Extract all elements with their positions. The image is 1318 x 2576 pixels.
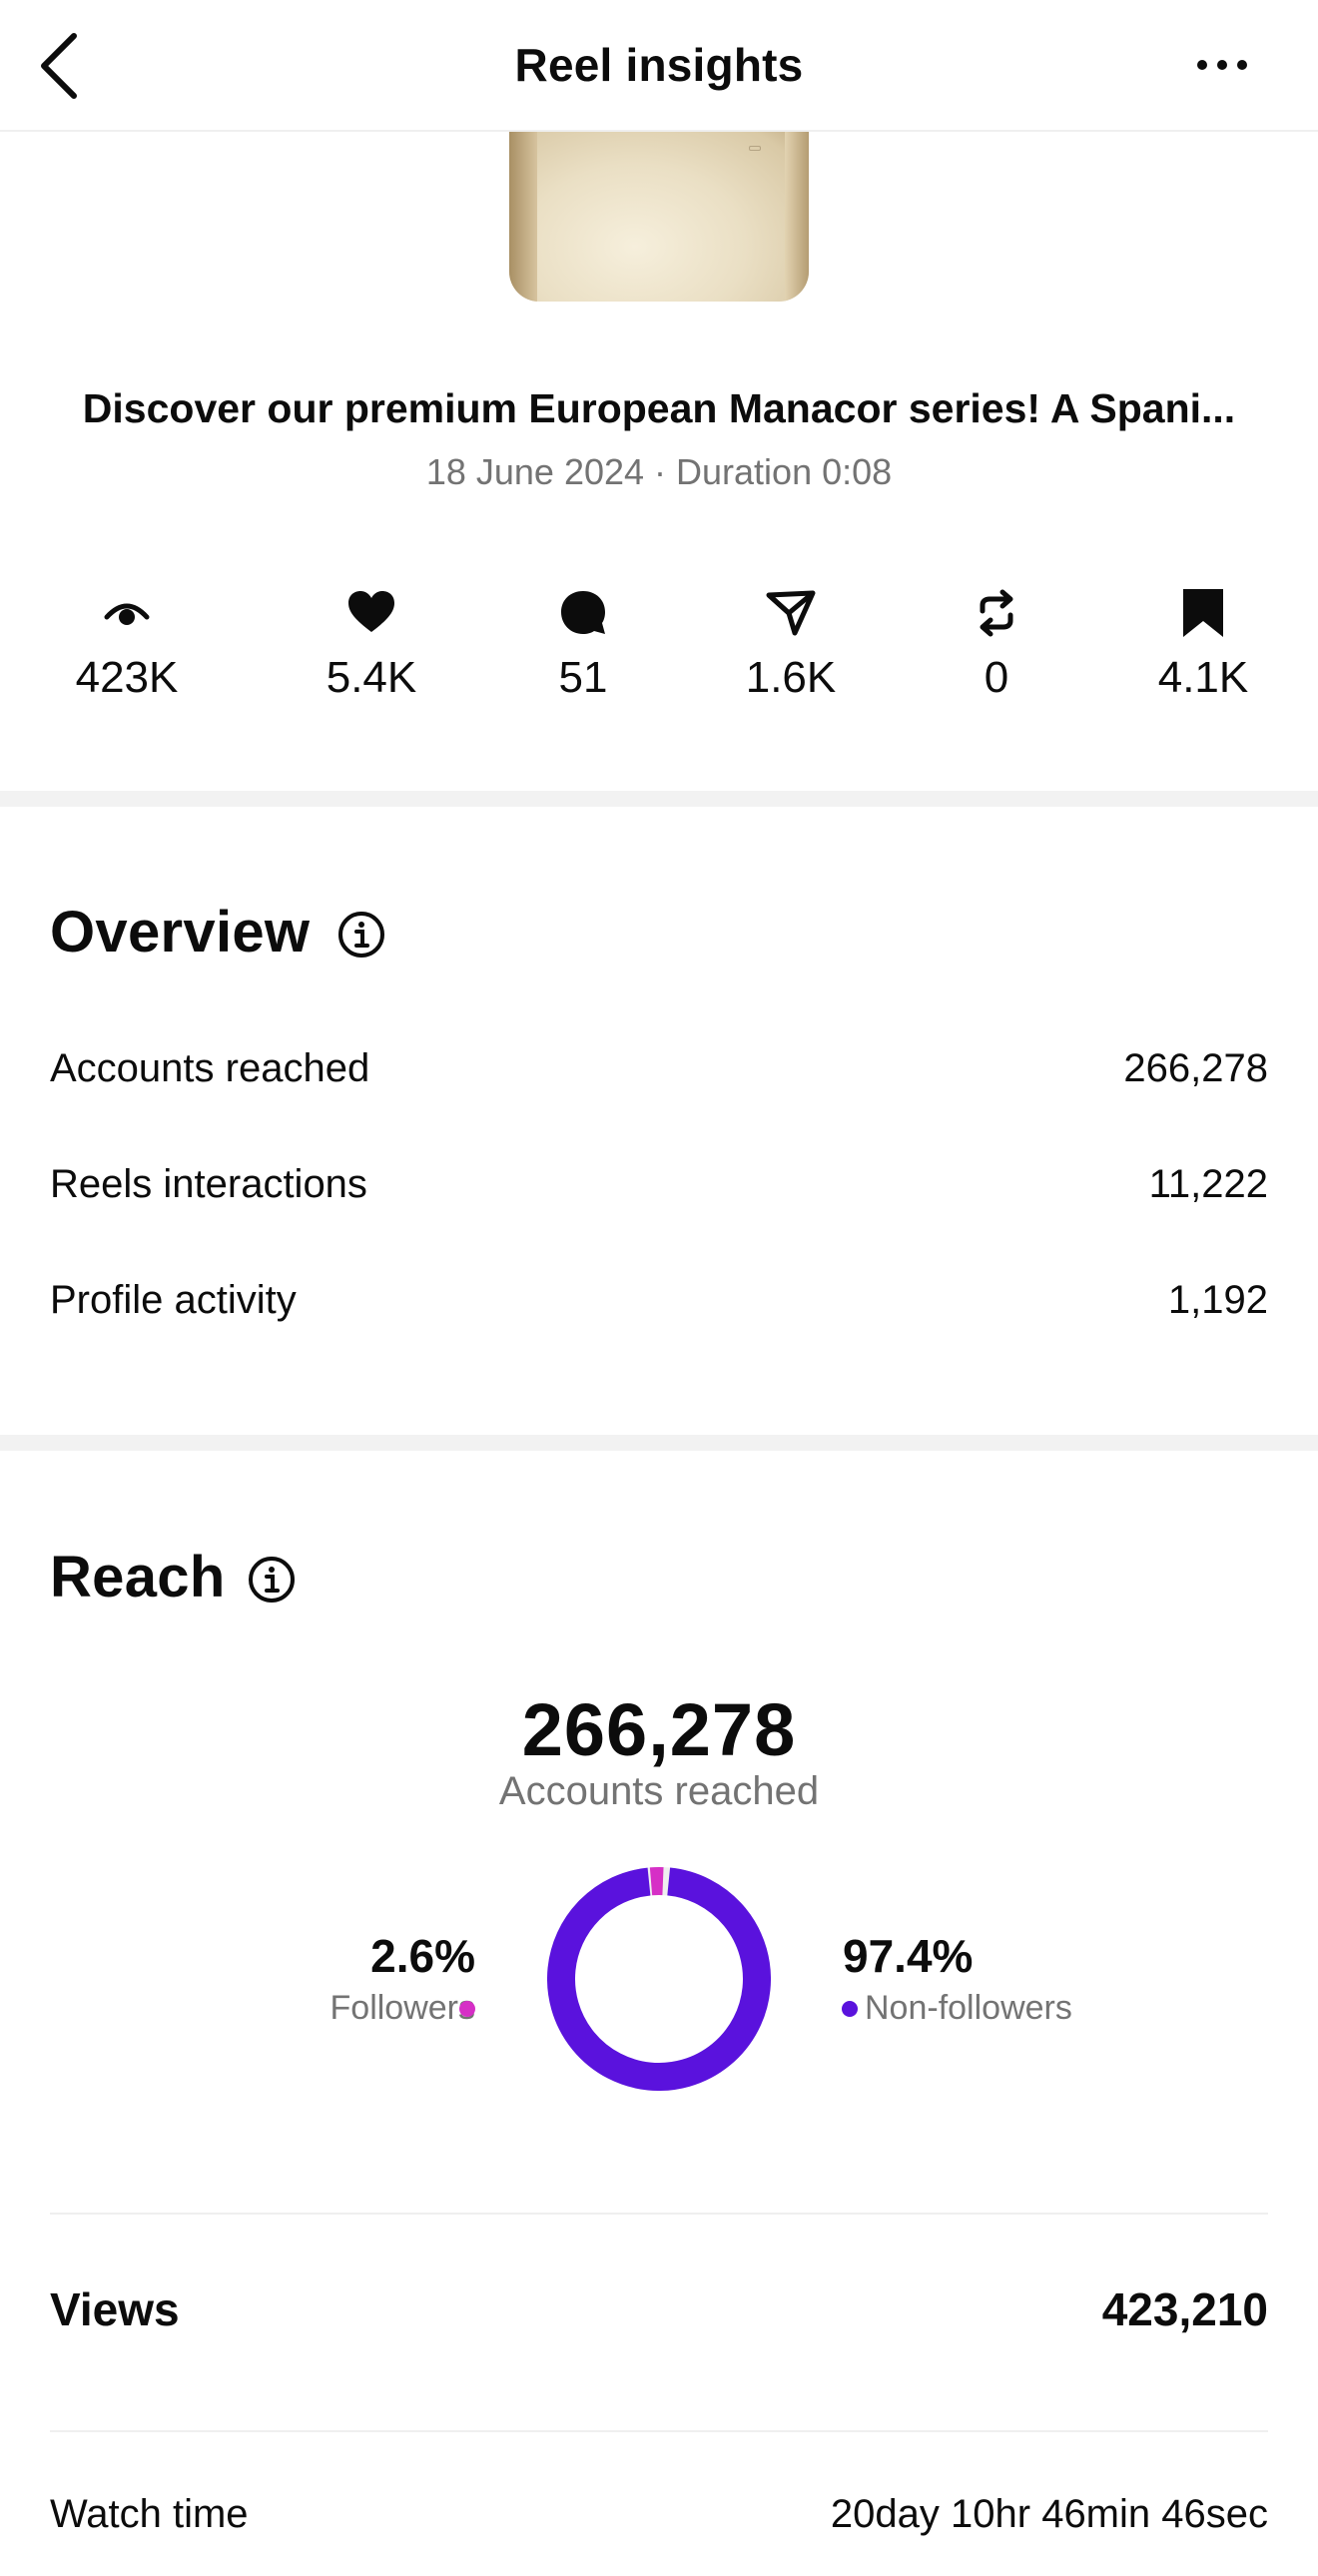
- views-value: 423,210: [1101, 2283, 1268, 2335]
- watch-time-label: Watch time: [50, 2492, 249, 2536]
- overview-accounts-reached-value: 266,278: [1123, 1046, 1268, 1090]
- stat-shares: 1.6K: [691, 587, 891, 703]
- views-label: Views: [50, 2283, 180, 2335]
- reel-meta: 18 June 2024 · Duration 0:08: [425, 451, 893, 492]
- more-horizontal-icon: [1197, 60, 1247, 70]
- reel-thumbnail[interactable]: [509, 118, 809, 302]
- row-divider: [50, 2430, 1268, 2432]
- share-icon: [766, 590, 816, 636]
- overview-reels-interactions-value: 11,222: [1148, 1162, 1268, 1206]
- heart-icon: [348, 591, 394, 632]
- stat-comments: 51: [483, 587, 683, 703]
- top-bar: Reel insights: [0, 0, 1318, 132]
- followers-label: Followers: [330, 1989, 475, 2027]
- reel-caption: Discover our premium European Manacor se…: [82, 385, 1236, 431]
- non-followers-label: Non-followers: [865, 1989, 1072, 2027]
- stat-reposts: 0: [897, 587, 1096, 703]
- reach-total: 266,278: [521, 1688, 797, 1771]
- stat-views: 423K: [27, 587, 227, 703]
- overview-profile-activity-label: Profile activity: [50, 1278, 297, 1322]
- overview-reels-interactions-label: Reels interactions: [50, 1162, 367, 1206]
- page-title: Reel insights: [514, 39, 804, 91]
- eye-icon: [104, 603, 150, 625]
- comments-count: 51: [558, 653, 608, 702]
- reach-donut-chart: [547, 1867, 771, 2091]
- reposts-count: 0: [984, 653, 1009, 702]
- info-icon[interactable]: [337, 911, 385, 959]
- followers-legend-dot: [459, 2001, 475, 2017]
- section-divider: [0, 1435, 1318, 1451]
- overview-title: Overview: [50, 900, 311, 965]
- reach-total-label: Accounts reached: [498, 1769, 820, 1813]
- likes-count: 5.4K: [326, 653, 417, 702]
- shares-count: 1.6K: [745, 653, 837, 702]
- reel-insights-page: Reel insights Discover our premium Europ…: [0, 0, 1318, 2576]
- stat-likes: 5.4K: [272, 587, 471, 703]
- repost-icon: [980, 589, 1013, 637]
- views-count: 423K: [75, 653, 179, 702]
- more-options-button[interactable]: [1188, 40, 1258, 90]
- comment-icon: [561, 591, 605, 634]
- saves-count: 4.1K: [1157, 653, 1249, 702]
- bookmark-icon: [1183, 589, 1223, 637]
- non-followers-arc: [547, 1867, 771, 2091]
- watch-time-value: 20day 10hr 46min 46sec: [830, 2492, 1268, 2536]
- reach-title: Reach: [50, 1545, 226, 1610]
- row-divider: [50, 2213, 1268, 2215]
- section-divider: [0, 791, 1318, 807]
- non-followers-legend-dot: [842, 2001, 858, 2017]
- overview-accounts-reached-label: Accounts reached: [50, 1046, 370, 1090]
- non-followers-legend: Non-followers: [865, 1989, 1184, 2028]
- engagement-stats: 423K 5.4K 51 1.6K 0 4.1K: [0, 587, 1318, 717]
- info-icon[interactable]: [248, 1556, 296, 1604]
- stat-saves: 4.1K: [1103, 587, 1303, 703]
- overview-profile-activity-value: 1,192: [1167, 1278, 1268, 1322]
- followers-legend: Followers: [160, 1989, 475, 2028]
- followers-percentage: 2.6%: [370, 1930, 475, 1982]
- non-followers-percentage: 97.4%: [843, 1930, 974, 1982]
